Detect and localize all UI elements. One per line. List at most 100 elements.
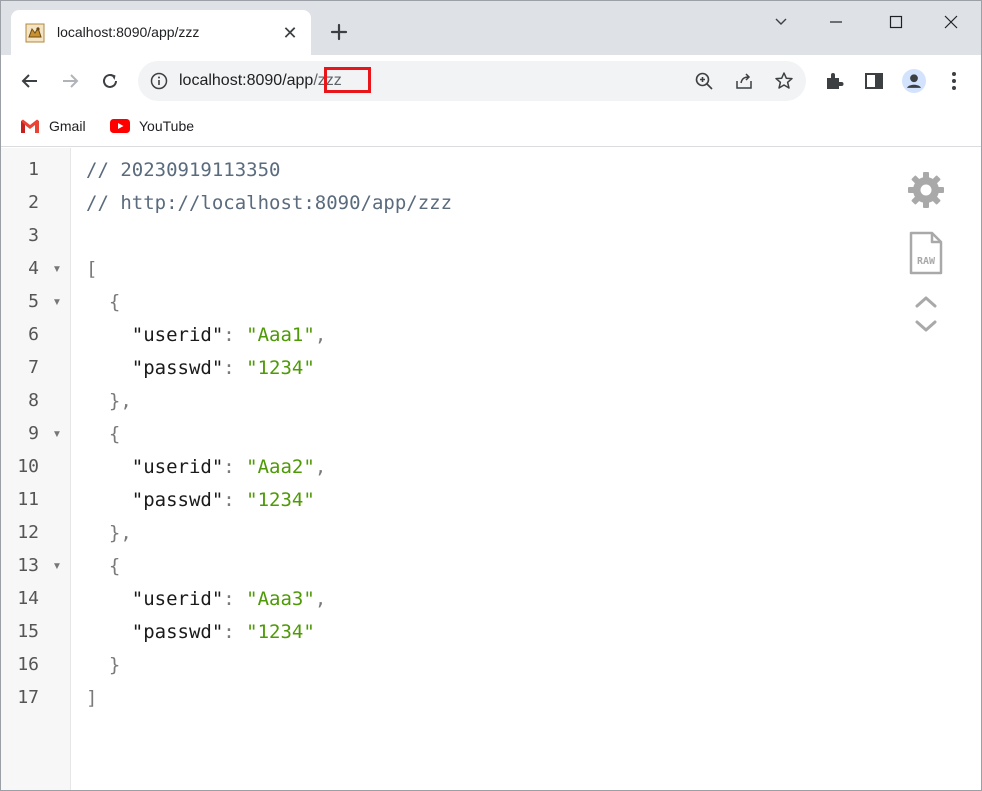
share-icon[interactable] (734, 71, 754, 91)
json-colon: : (223, 324, 247, 346)
json-key: "userid" (131, 456, 224, 478)
forward-button[interactable] (56, 67, 84, 95)
code-comment: // 20230919113350 (86, 159, 281, 181)
json-key: "passwd" (131, 489, 224, 511)
collapse-expand-icon (915, 296, 937, 332)
collapse-expand-button[interactable] (904, 293, 948, 335)
fold-toggle-icon[interactable]: ▼ (52, 297, 62, 308)
tab-title: localhost:8090/app/zzz (57, 24, 200, 40)
gear-icon (908, 172, 944, 208)
tab-strip: localhost:8090/app/zzz ✕ (1, 1, 981, 55)
tab-close-icon[interactable]: ✕ (279, 22, 301, 44)
line-number: 10 (17, 456, 39, 477)
line-number: 8 (28, 390, 39, 411)
code-line: "passwd": "1234" (86, 357, 315, 379)
url-text[interactable]: localhost:8090/app/zzz (179, 72, 342, 90)
line-number: 7 (28, 357, 39, 378)
raw-view-button[interactable]: RAW (904, 230, 948, 276)
reload-button[interactable] (96, 67, 124, 95)
info-icon[interactable] (150, 72, 168, 90)
chevron-down-icon (775, 18, 787, 25)
json-bracket: } (86, 654, 121, 676)
json-bracket: }, (86, 522, 132, 544)
fold-toggle-icon[interactable]: ▼ (52, 561, 62, 572)
json-comma: , (314, 456, 327, 478)
line-number-gutter: 1 2 3 4 ▼ 5 ▼ 6 7 8 9 ▼ 10 11 12 13 ▼ 14 15 16 17 (1, 148, 71, 790)
code-line: { (86, 423, 120, 445)
bookmark-label: Gmail (49, 118, 86, 134)
extensions-icon[interactable] (822, 69, 846, 93)
bookmark-youtube[interactable]: YouTube (110, 116, 194, 136)
code-line: [ (86, 258, 97, 280)
json-key: "userid" (131, 588, 224, 610)
code-line: "passwd": "1234" (86, 621, 315, 643)
url-highlight-box (324, 67, 371, 93)
json-bracket: { (86, 423, 121, 445)
maximize-button[interactable] (876, 7, 916, 37)
line-number: 2 (28, 192, 39, 213)
json-colon: : (223, 621, 247, 643)
code-line: { (86, 555, 120, 577)
json-string-value: "1234" (246, 621, 315, 643)
bookmarks-bar: Gmail YouTube (1, 107, 981, 147)
json-string-value: "Aaa2" (246, 456, 315, 478)
json-viewer: 1 2 3 4 ▼ 5 ▼ 6 7 8 9 ▼ 10 11 12 13 ▼ 14 15 16 17 // 2023091… (1, 148, 981, 790)
maximize-icon (889, 15, 903, 29)
youtube-icon (110, 119, 130, 133)
browser-tab[interactable]: localhost:8090/app/zzz ✕ (11, 10, 311, 55)
arrow-left-icon (21, 74, 37, 88)
address-bar[interactable]: localhost:8090/app/zzz (138, 61, 806, 101)
json-string-value: "Aaa1" (246, 324, 315, 346)
url-host: localhost:8090/app (179, 72, 314, 89)
line-number: 14 (17, 588, 39, 609)
code-line: ] (86, 687, 97, 709)
close-icon (944, 15, 958, 29)
line-number: 16 (17, 654, 39, 675)
zoom-icon[interactable] (694, 71, 714, 91)
minimize-icon (830, 21, 842, 23)
raw-file-icon: RAW (909, 231, 943, 275)
back-button[interactable] (16, 67, 44, 95)
side-panel-icon[interactable] (862, 69, 886, 93)
code-line: // http://localhost:8090/app/zzz (86, 192, 452, 214)
code-line: "userid": "Aaa1", (86, 324, 327, 346)
more-menu-icon[interactable] (942, 69, 966, 93)
code-line: "userid": "Aaa2", (86, 456, 327, 478)
settings-button[interactable] (904, 170, 948, 210)
tomcat-icon (25, 23, 45, 43)
json-key: "passwd" (131, 621, 224, 643)
json-key: "passwd" (131, 357, 224, 379)
new-tab-button[interactable] (326, 19, 352, 45)
toolbar: localhost:8090/app/zzz (1, 55, 981, 107)
json-string-value: "1234" (246, 357, 315, 379)
plus-icon (330, 23, 348, 41)
json-colon: : (223, 489, 247, 511)
reload-icon (103, 73, 117, 88)
json-bracket: { (86, 291, 121, 313)
json-colon: : (223, 456, 247, 478)
code-line: { (86, 291, 120, 313)
line-number: 11 (17, 489, 39, 510)
arrow-right-icon (63, 74, 79, 88)
json-comma: , (314, 324, 327, 346)
code-line: } (86, 654, 120, 676)
profile-avatar-icon[interactable] (902, 69, 926, 93)
json-bracket: }, (86, 390, 132, 412)
minimize-button[interactable] (816, 7, 856, 37)
code-line: }, (86, 390, 132, 412)
line-number: 6 (28, 324, 39, 345)
line-number: 9 (28, 423, 39, 444)
close-window-button[interactable] (931, 7, 971, 37)
tab-search-button[interactable] (761, 7, 801, 37)
json-key: "userid" (131, 324, 224, 346)
bookmark-star-icon[interactable] (774, 71, 794, 91)
bookmark-label: YouTube (139, 118, 195, 134)
raw-label: RAW (917, 256, 936, 267)
fold-toggle-icon[interactable]: ▼ (52, 264, 62, 275)
line-number: 1 (28, 159, 39, 180)
line-number: 4 (28, 258, 39, 279)
bookmark-gmail[interactable]: Gmail (20, 116, 86, 136)
json-comma: , (314, 588, 327, 610)
fold-toggle-icon[interactable]: ▼ (52, 429, 62, 440)
code-line: "userid": "Aaa3", (86, 588, 327, 610)
